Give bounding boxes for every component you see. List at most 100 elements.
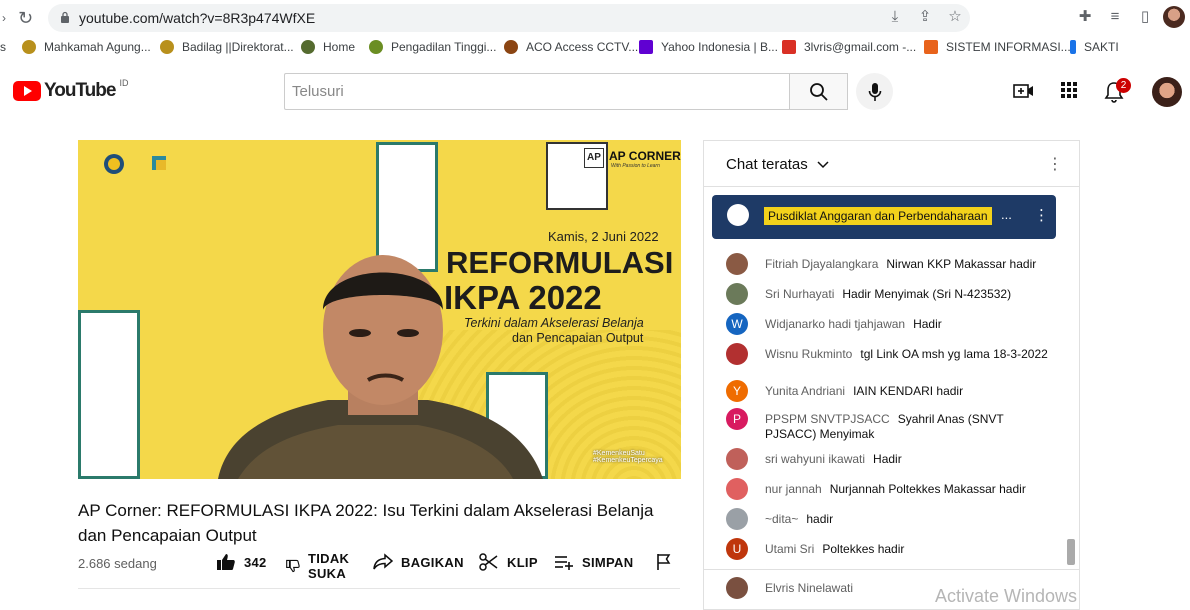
chat-author: Yunita Andriani (765, 384, 846, 398)
gmail-icon (782, 40, 796, 54)
microphone-icon (868, 82, 881, 101)
bookmarks-bar: s Mahkamah Agung... Badilag ||Direktorat… (0, 36, 1190, 60)
chat-mode-dropdown[interactable]: Chat teratas (726, 156, 829, 173)
chat-text: tgl Link OA msh yg lama 18-3-2022 (860, 347, 1048, 361)
chat-avatar (726, 253, 748, 275)
chat-avatar (726, 343, 748, 365)
brand-text: AP CORNER (609, 149, 681, 163)
dislike-label: TIDAK SUKA (308, 551, 350, 581)
share-button[interactable]: BAGIKAN (373, 553, 464, 571)
chat-author: Fitriah Djayalangkara (765, 257, 879, 271)
extensions-icon[interactable]: ✚ (1076, 8, 1094, 26)
favicon-icon (504, 40, 518, 54)
voice-search-button[interactable] (856, 73, 893, 110)
participant-tile (78, 310, 140, 479)
chat-text: Nurjannah Poltekkes Makassar hadir (829, 482, 1026, 496)
bookmark-item[interactable]: SISTEM INFORMASI... (924, 40, 1071, 54)
chat-text: Nirwan KKP Makassar hadir (886, 257, 1037, 271)
chat-author: Elvris Ninelawati (765, 581, 854, 595)
video-player[interactable]: AP AP CORNER With Passion to Learn Kamis… (78, 140, 681, 479)
live-chat-panel: Chat teratas ⋮ Pusdiklat Anggaran dan Pe… (703, 140, 1080, 610)
chevron-down-icon (817, 161, 829, 169)
save-label: SIMPAN (582, 554, 634, 570)
pinned-author: Pusdiklat Anggaran dan Perbendaharaan (764, 207, 992, 225)
overlay-hashtags: #KemenkeuSatu #KemenkeuTepercaya (593, 450, 663, 464)
chat-message-text: Utami Sri Poltekkes hadir (765, 542, 1055, 557)
reading-list-icon[interactable]: ≡ (1106, 8, 1124, 26)
chat-text: Hadir (913, 317, 942, 331)
chat-message-text: Wisnu Rukminto tgl Link OA msh yg lama 18… (765, 347, 1055, 362)
forward-icon[interactable]: › (2, 11, 6, 25)
favicon-icon (301, 40, 315, 54)
create-video-icon[interactable] (1013, 81, 1035, 101)
chat-message-text: sri wahyuni ikawati Hadir (765, 452, 1055, 467)
chat-author: ~dita~ (765, 512, 799, 526)
chat-author: PPSPM SNVTPJSACC (765, 412, 890, 426)
pinned-menu-icon[interactable]: ⋮ (1034, 206, 1049, 224)
bookmark-item[interactable]: Badilag ||Direktorat... (160, 40, 294, 54)
bookmark-item[interactable]: 3lvris@gmail.com -... (782, 40, 916, 54)
star-icon[interactable]: ☆ (946, 8, 964, 26)
notification-badge: 2 (1116, 78, 1131, 93)
overlay-date: Kamis, 2 Juni 2022 (548, 229, 659, 244)
bookmark-item[interactable]: Pengadilan Tinggi... (369, 40, 496, 54)
more-options-icon[interactable]: ⋮ (1047, 154, 1063, 174)
clip-button[interactable]: KLIP (479, 553, 538, 571)
chat-avatar: W (726, 313, 748, 335)
bookmark-item[interactable]: Mahkamah Agung... (22, 40, 151, 54)
chat-title: Chat teratas (726, 156, 808, 173)
bookmark-item[interactable]: Home (301, 40, 355, 54)
view-count: 2.686 sedang (78, 556, 157, 571)
chat-avatar (726, 508, 748, 530)
dislike-button[interactable]: TIDAK SUKA (286, 551, 349, 581)
browser-toolbar: › ↻ youtube.com/watch?v=8R3p474WfXE ⤓ ⇪ … (0, 0, 1190, 36)
bookmark-item[interactable]: SAKTI (1070, 40, 1119, 54)
chat-avatar: U (726, 538, 748, 560)
chat-avatar (726, 283, 748, 305)
flag-icon (657, 554, 671, 570)
install-icon[interactable]: ⤓ (886, 8, 904, 26)
chat-scrollbar[interactable] (1067, 539, 1075, 565)
divider (78, 588, 680, 589)
apps-grid-icon[interactable] (1060, 81, 1078, 99)
share-label: BAGIKAN (401, 554, 464, 570)
presenter-image (218, 255, 543, 479)
favicon-icon (924, 40, 938, 54)
favicon-icon (1070, 40, 1076, 54)
bookmark-cut[interactable]: s (0, 40, 6, 54)
youtube-logo[interactable]: YouTube ID (13, 78, 128, 102)
chat-message-text: Yunita Andriani IAIN KENDARI hadir (765, 384, 1055, 399)
like-button[interactable]: 342 (216, 553, 267, 571)
search-box (284, 73, 789, 110)
chat-author: Utami Sri (765, 542, 815, 556)
ap-corner-logo-icon: AP (584, 148, 604, 168)
address-bar[interactable]: youtube.com/watch?v=8R3p474WfXE ⤓ ⇪ ☆ (48, 4, 970, 32)
reload-icon[interactable]: ↻ (18, 8, 33, 29)
pinned-ellipsis: ... (1001, 207, 1012, 222)
save-button[interactable]: SIMPAN (554, 553, 633, 571)
kemenkeu-logo-icon (88, 148, 174, 184)
thumbs-down-icon (286, 559, 300, 573)
profile-avatar[interactable] (1163, 6, 1185, 28)
pinned-message[interactable]: Pusdiklat Anggaran dan Perbendaharaan ..… (712, 195, 1056, 239)
chat-text: Poltekkes hadir (822, 542, 905, 556)
clip-label: KLIP (507, 554, 538, 570)
chat-author: Sri Nurhayati (765, 287, 835, 301)
sidepanel-icon[interactable]: ▯ (1136, 8, 1154, 26)
report-button[interactable] (655, 553, 673, 571)
chat-avatar: P (726, 408, 748, 430)
chat-avatar (726, 448, 748, 470)
chat-message-text: Sri Nurhayati Hadir Menyimak (Sri N-42353… (765, 287, 1055, 302)
bookmark-item[interactable]: ACO Access CCTV... (504, 40, 638, 54)
chat-header: Chat teratas ⋮ (704, 141, 1079, 187)
divider (704, 569, 1079, 570)
bookmark-item[interactable]: Yahoo Indonesia | B... (639, 40, 778, 54)
chat-text: Hadir Menyimak (Sri N-423532) (842, 287, 1012, 301)
chat-message-text: nur jannah Nurjannah Poltekkes Makassar h… (765, 482, 1055, 497)
share-icon[interactable]: ⇪ (916, 8, 934, 26)
search-input[interactable] (285, 74, 789, 109)
favicon-icon (369, 40, 383, 54)
search-button[interactable] (789, 73, 848, 110)
chat-avatar: Y (726, 380, 748, 402)
user-avatar[interactable] (1152, 77, 1182, 107)
